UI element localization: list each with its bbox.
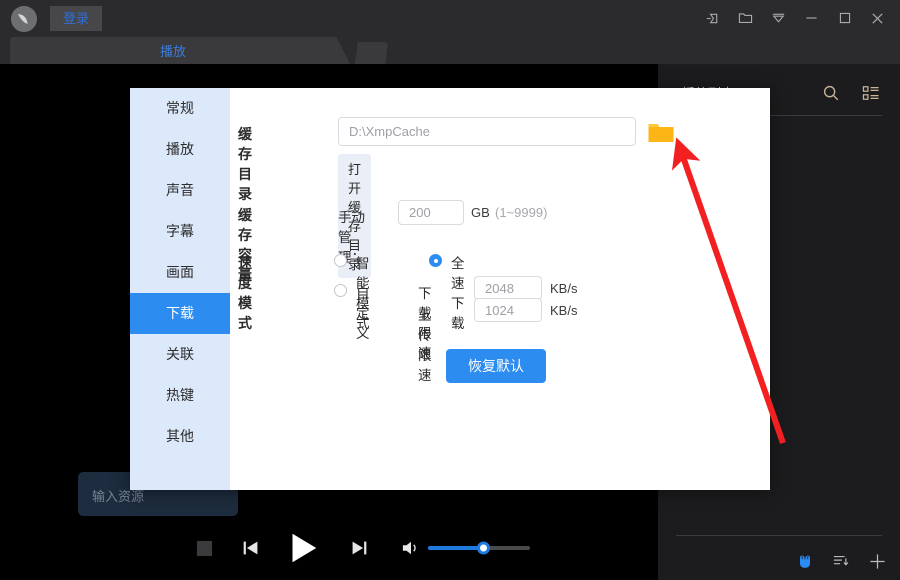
radio-custom[interactable]: [334, 284, 347, 297]
maximize-icon[interactable]: [828, 0, 861, 36]
radio-full-speed[interactable]: [429, 254, 442, 267]
stop-button[interactable]: [192, 536, 216, 560]
upload-limit-input[interactable]: [474, 298, 542, 322]
sidebar-item-general[interactable]: 常规: [130, 88, 230, 129]
dialog-sidebar: 常规 播放 声音 字幕 画面 下载 关联 热键 其他: [130, 88, 230, 490]
dialog-body: 缓存目录 打开缓存目录 缓存容量 手动管理： GB (1~9999): [230, 88, 770, 490]
sidebar-item-audio[interactable]: 声音: [130, 170, 230, 211]
playlist-footer: [794, 549, 888, 573]
restore-defaults-button[interactable]: 恢复默认: [446, 349, 546, 383]
radio-full-speed-label[interactable]: 全速下载: [451, 252, 465, 332]
next-button[interactable]: [346, 535, 372, 561]
download-limit-input[interactable]: [474, 276, 542, 300]
chevron-down-icon[interactable]: [762, 0, 795, 36]
settings-dialog: 常规 播放 声音 字幕 画面 下载 关联 热键 其他 缓存目录: [130, 88, 770, 490]
cache-size-unit: GB: [471, 205, 490, 220]
window-controls: [696, 0, 894, 36]
close-icon[interactable]: [861, 0, 894, 36]
upload-limit-label: 上传限速: [418, 304, 432, 384]
radio-smart-mode[interactable]: [334, 254, 347, 267]
volume-track-rest: [484, 546, 530, 550]
minimize-icon[interactable]: [795, 0, 828, 36]
sidebar-item-hotkeys[interactable]: 热键: [130, 375, 230, 416]
sidebar-item-subtitle[interactable]: 字幕: [130, 211, 230, 252]
tab-strip: 播放: [0, 36, 900, 64]
download-limit-unit: KB/s: [550, 281, 577, 296]
previous-button[interactable]: [238, 535, 264, 561]
volume-icon[interactable]: [400, 537, 422, 559]
app-window: 登录: [0, 0, 900, 580]
cache-dir-label: 缓存目录: [238, 124, 252, 204]
sidebar-item-video[interactable]: 画面: [130, 252, 230, 293]
volume-knob[interactable]: [477, 542, 490, 555]
play-button[interactable]: [283, 529, 321, 567]
login-button[interactable]: 登录: [50, 6, 102, 31]
speed-mode-label: 速度模式: [238, 253, 252, 333]
folder-open-icon[interactable]: [648, 122, 672, 142]
title-bar: 登录: [0, 0, 900, 36]
search-icon[interactable]: [820, 82, 842, 104]
playlist-footer-divider: [676, 535, 882, 536]
avatar[interactable]: [11, 6, 37, 32]
cache-size-input[interactable]: [398, 200, 464, 225]
list-view-icon[interactable]: [860, 82, 882, 104]
tab-play[interactable]: 播放: [10, 37, 350, 64]
sidebar-item-download[interactable]: 下载: [130, 293, 230, 334]
vip-crown-icon[interactable]: [794, 549, 816, 573]
volume-slider[interactable]: [428, 546, 484, 550]
folder-icon[interactable]: [729, 0, 762, 36]
add-icon[interactable]: [866, 549, 888, 573]
sort-list-icon[interactable]: [830, 549, 852, 573]
sidebar-item-association[interactable]: 关联: [130, 334, 230, 375]
radio-custom-label[interactable]: 自定义: [356, 282, 370, 342]
tab-new[interactable]: [355, 42, 388, 64]
player-bar: [0, 516, 658, 580]
cache-dir-input[interactable]: [338, 117, 636, 146]
sidebar-item-playback[interactable]: 播放: [130, 129, 230, 170]
upload-limit-unit: KB/s: [550, 303, 577, 318]
cache-size-range-hint: (1~9999): [495, 205, 547, 220]
sidebar-item-other[interactable]: 其他: [130, 416, 230, 457]
tab-play-label: 播放: [10, 41, 336, 60]
pin-icon[interactable]: [696, 0, 729, 36]
